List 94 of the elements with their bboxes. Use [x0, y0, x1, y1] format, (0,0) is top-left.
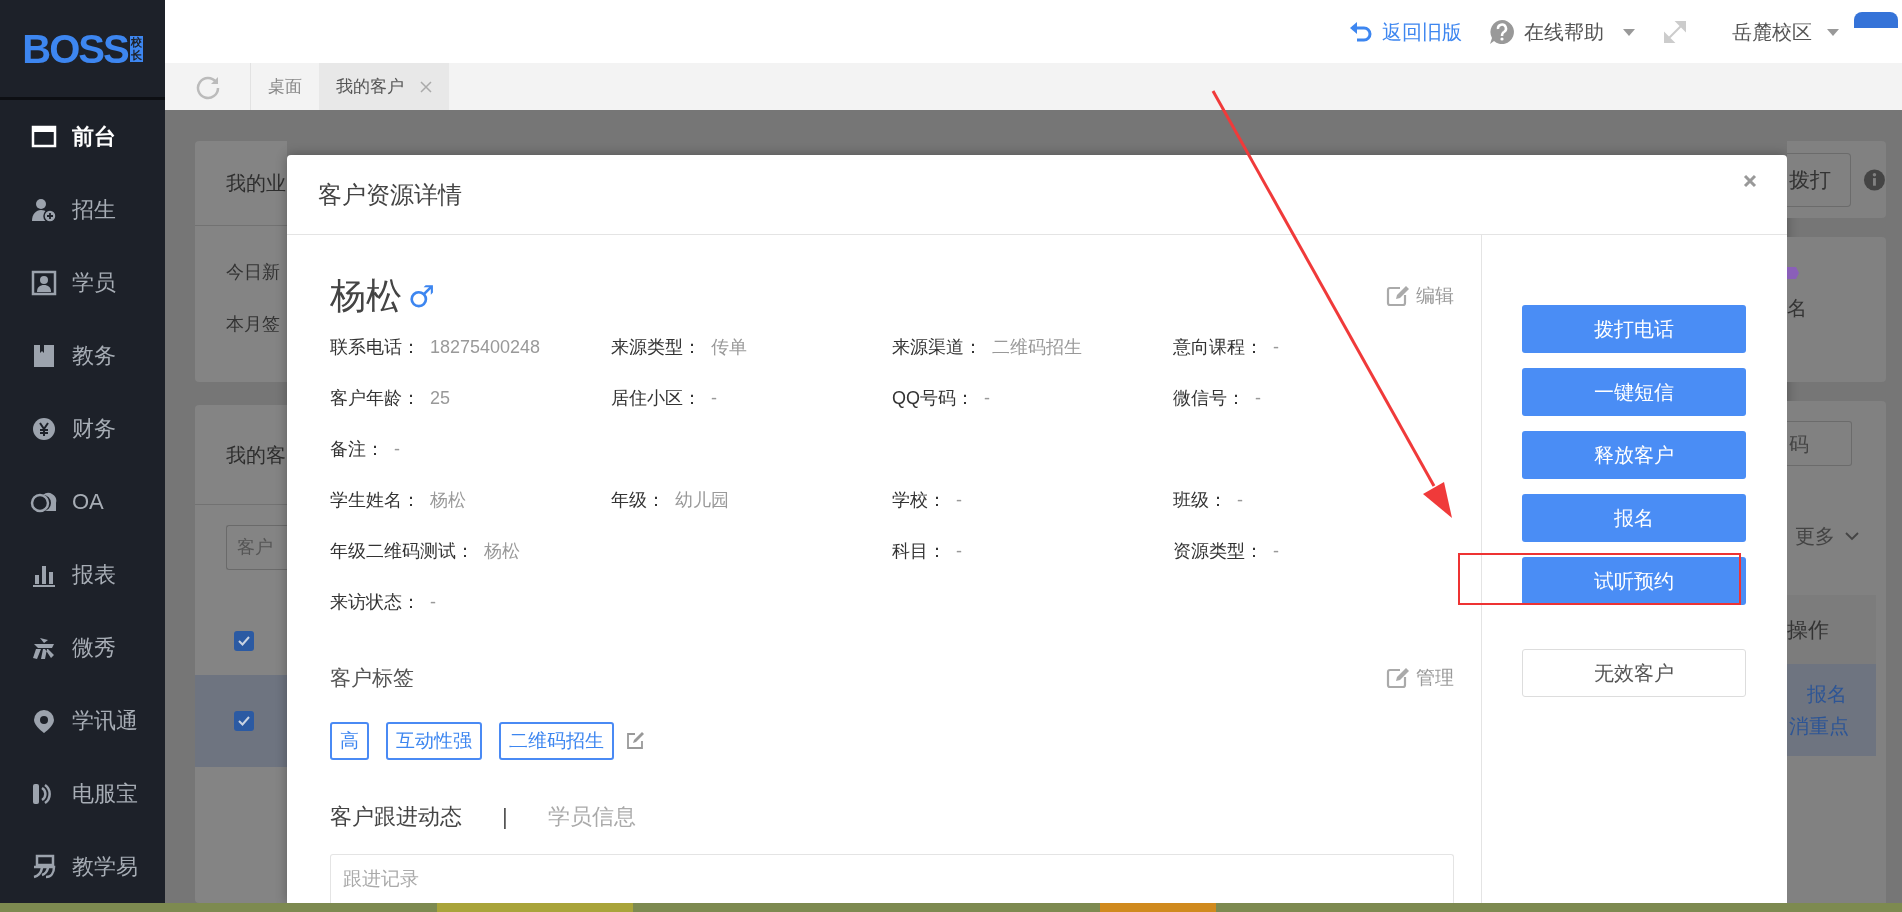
field-value: -: [1255, 387, 1261, 410]
help-menu[interactable]: 在线帮助: [1488, 16, 1636, 47]
field-label: 来访状态：: [330, 591, 420, 614]
separator: |: [502, 802, 508, 831]
field-value: -: [956, 540, 962, 563]
action-button[interactable]: 报名: [1522, 494, 1746, 542]
section-title: 客户标签: [330, 665, 414, 692]
field-value: 25: [430, 387, 451, 410]
field-label: 客户年龄：: [330, 387, 420, 410]
checkbox[interactable]: [234, 630, 254, 651]
check-icon: [238, 635, 250, 646]
edit-icon: [1386, 667, 1410, 689]
more-menu[interactable]: 更多: [1787, 521, 1886, 551]
tab[interactable]: 桌面: [251, 63, 319, 110]
field-label: 微信号：: [1173, 387, 1245, 410]
field-label: 资源类型：: [1173, 540, 1263, 563]
field-value: -: [394, 438, 400, 461]
tag: 二维码招生: [499, 722, 614, 760]
logo-badge: 校长: [129, 35, 143, 62]
search-field[interactable]: 码: [1787, 421, 1852, 466]
chevron-down-icon: [1845, 531, 1859, 541]
portrait-icon: [30, 268, 58, 297]
field-label: 年级二维码测试：: [330, 540, 474, 563]
action-button[interactable]: 释放客户: [1522, 431, 1746, 479]
field-label: 联系电话：: [330, 336, 420, 359]
field-label: 居住小区：: [611, 387, 701, 410]
field-value: 杨松: [430, 489, 466, 512]
edit-icon: [1386, 285, 1410, 307]
edit-icon: [625, 731, 645, 751]
column-header: 操作: [1787, 616, 1829, 643]
sidebar-item[interactable]: 教学易: [0, 830, 165, 903]
close-icon: [1743, 174, 1757, 188]
edit-link[interactable]: 编辑: [1386, 281, 1454, 311]
back-link[interactable]: 返回旧版: [1348, 16, 1462, 47]
sidebar-item[interactable]: 电服宝: [0, 757, 165, 830]
sidebar-item[interactable]: 微秀: [0, 611, 165, 684]
avatar-badge[interactable]: [1854, 12, 1898, 28]
field-label: 学校：: [892, 489, 946, 512]
field-label: 学生姓名：: [330, 489, 420, 512]
sidebar-item[interactable]: 报表: [0, 538, 165, 611]
caret-icon: [1622, 26, 1636, 37]
card-title: 我的业: [226, 171, 286, 196]
sidebar-item[interactable]: 学员: [0, 246, 165, 319]
customer-name: 杨松: [330, 274, 402, 318]
field-value: 18275400248: [430, 336, 541, 359]
expand-icon: [1662, 18, 1688, 45]
field-value: 幼儿园: [675, 489, 729, 512]
help-icon: [1488, 17, 1516, 46]
tag: 高: [330, 722, 369, 760]
checkbox[interactable]: [234, 711, 254, 731]
field-label: 科目：: [892, 540, 946, 563]
field-value: -: [956, 489, 962, 512]
action-button[interactable]: 一键短信: [1522, 368, 1746, 416]
manage-link[interactable]: 管理: [1386, 663, 1454, 693]
field-value: -: [430, 591, 436, 614]
action-button[interactable]: 试听预约: [1522, 557, 1746, 605]
dialog-title: 客户资源详情: [318, 179, 462, 210]
field-label: 年级：: [611, 489, 665, 512]
stat-label: 名: [1787, 296, 1808, 321]
logo-text: BOSS: [22, 28, 128, 69]
stat-label: 本月签: [226, 313, 281, 336]
tag: 互动性强: [386, 722, 482, 760]
sidebar-item[interactable]: 财务: [0, 392, 165, 465]
sidebar-item[interactable]: 前台: [0, 100, 165, 173]
field-value: 传单: [711, 336, 747, 359]
tab[interactable]: 我的客户: [319, 63, 449, 110]
field-value: -: [711, 387, 717, 410]
campus-menu[interactable]: 岳麓校区: [1732, 16, 1840, 47]
stat-label: 今日新: [226, 261, 281, 284]
field-value: 二维码招生: [992, 336, 1082, 359]
field-value: -: [1273, 540, 1279, 563]
action-button[interactable]: 拨打电话: [1522, 305, 1746, 353]
action-button[interactable]: 无效客户: [1522, 649, 1746, 697]
field-label: 备注：: [330, 438, 384, 461]
card-title: 我的客: [226, 442, 286, 468]
sidebar-item[interactable]: 学讯通: [0, 684, 165, 757]
field-value: -: [984, 387, 990, 410]
field-label: QQ号码：: [892, 387, 974, 410]
field-label: 班级：: [1173, 489, 1227, 512]
field-label: 来源渠道：: [892, 336, 982, 359]
sidebar-item[interactable]: 招生: [0, 173, 165, 246]
section-tab[interactable]: 学员信息: [547, 799, 636, 833]
dial-button[interactable]: 拨打: [1787, 152, 1852, 207]
field-value: -: [1237, 489, 1243, 512]
field-value: 杨松: [484, 540, 520, 563]
caret-icon: [1826, 26, 1840, 37]
sidebar-item[interactable]: 教务: [0, 319, 165, 392]
field-value: -: [1273, 336, 1279, 359]
gender-symbol: ♂: [408, 277, 435, 316]
section-tab[interactable]: 客户跟进动态: [330, 799, 462, 833]
field-label: 意向课程：: [1173, 336, 1263, 359]
field-label: 来源类型：: [611, 336, 701, 359]
sidebar-item[interactable]: OA: [0, 465, 165, 538]
check-icon: [238, 716, 250, 726]
